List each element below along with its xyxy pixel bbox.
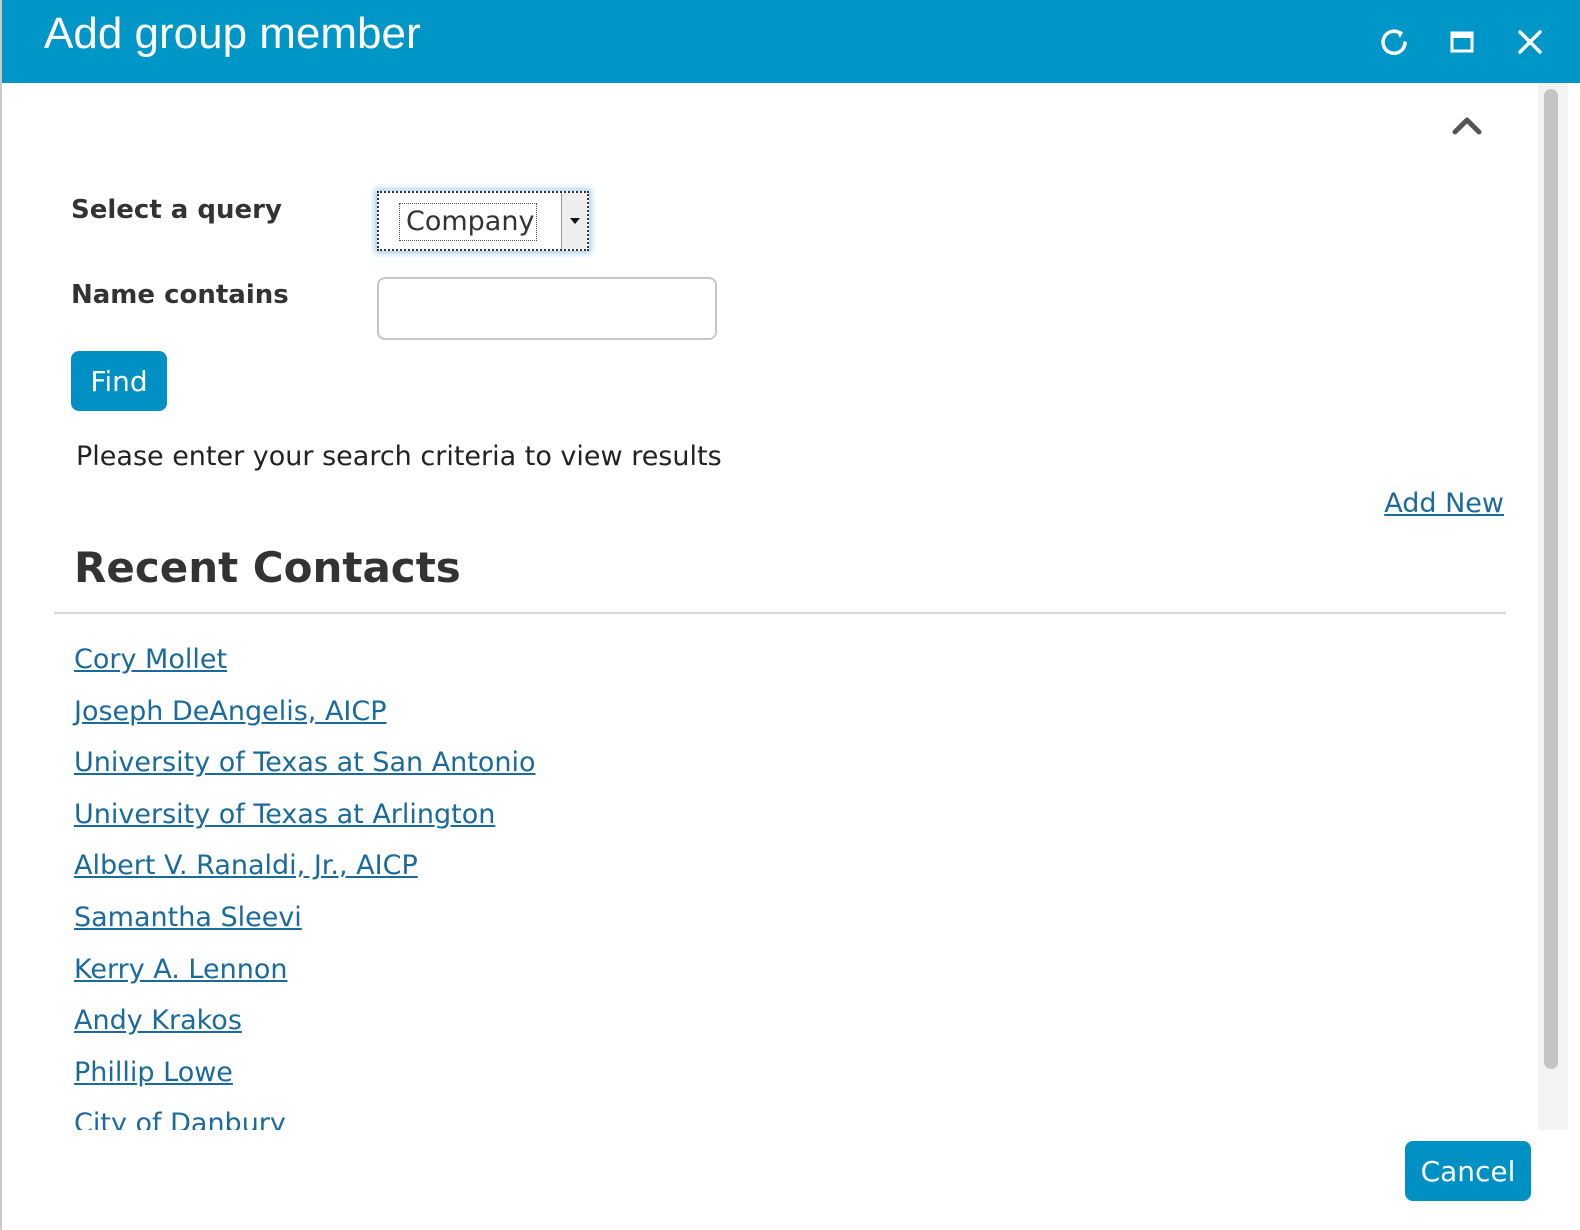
add-new-link[interactable]: Add New bbox=[1384, 488, 1504, 519]
contact-link[interactable]: Andy Krakos bbox=[74, 1005, 242, 1036]
collapse-button[interactable] bbox=[1450, 113, 1484, 137]
maximize-icon bbox=[1450, 31, 1474, 53]
scrollbar-thumb[interactable] bbox=[1544, 89, 1558, 1069]
query-select-value: Company bbox=[399, 203, 537, 241]
dialog-title: Add group member bbox=[44, 9, 421, 58]
cancel-button[interactable]: Cancel bbox=[1405, 1141, 1531, 1201]
maximize-button[interactable] bbox=[1442, 22, 1482, 62]
dropdown-arrow-icon bbox=[569, 218, 580, 224]
dialog-content: Select a query Company Name contains Fin… bbox=[4, 83, 1538, 1130]
contact-link[interactable]: Joseph DeAngelis, AICP bbox=[74, 696, 387, 727]
contact-link[interactable]: Cory Mollet bbox=[74, 644, 227, 675]
chevron-up-icon bbox=[1452, 117, 1482, 135]
section-divider bbox=[54, 612, 1506, 614]
list-item: Kerry A. Lennon bbox=[74, 950, 536, 1002]
refresh-icon bbox=[1381, 29, 1407, 55]
list-item: Joseph DeAngelis, AICP bbox=[74, 692, 536, 744]
query-select-arrow[interactable] bbox=[561, 193, 587, 249]
list-item: University of Texas at Arlington bbox=[74, 795, 536, 847]
contact-link[interactable]: City of Danbury bbox=[74, 1108, 286, 1130]
name-contains-input[interactable] bbox=[377, 277, 717, 340]
add-group-member-dialog: Add group member Select a query Company … bbox=[0, 0, 1580, 1230]
list-item: Andy Krakos bbox=[74, 1001, 536, 1053]
dialog-footer: Cancel bbox=[4, 1130, 1580, 1230]
dialog-titlebar: Add group member bbox=[2, 0, 1580, 83]
contact-link[interactable]: University of Texas at Arlington bbox=[74, 799, 495, 830]
search-hint: Please enter your search criteria to vie… bbox=[76, 441, 722, 472]
recent-contacts-heading: Recent Contacts bbox=[74, 543, 461, 592]
vertical-scrollbar[interactable] bbox=[1538, 83, 1568, 1130]
contact-link[interactable]: University of Texas at San Antonio bbox=[74, 747, 536, 778]
query-label: Select a query bbox=[71, 195, 282, 225]
list-item: Samantha Sleevi bbox=[74, 898, 536, 950]
list-item: Albert V. Ranaldi, Jr., AICP bbox=[74, 846, 536, 898]
name-contains-label: Name contains bbox=[71, 280, 289, 310]
query-select[interactable]: Company bbox=[377, 191, 589, 251]
close-icon bbox=[1518, 30, 1542, 54]
list-item: Phillip Lowe bbox=[74, 1053, 536, 1105]
contact-link[interactable]: Phillip Lowe bbox=[74, 1057, 233, 1088]
list-item: Cory Mollet bbox=[74, 640, 536, 692]
contact-link[interactable]: Albert V. Ranaldi, Jr., AICP bbox=[74, 850, 418, 881]
contact-link[interactable]: Samantha Sleevi bbox=[74, 902, 302, 933]
close-button[interactable] bbox=[1510, 22, 1550, 62]
find-button[interactable]: Find bbox=[71, 351, 167, 411]
recent-contacts-list: Cory Mollet Joseph DeAngelis, AICP Unive… bbox=[74, 640, 536, 1130]
refresh-button[interactable] bbox=[1374, 22, 1414, 62]
list-item: City of Danbury bbox=[74, 1104, 536, 1130]
list-item: University of Texas at San Antonio bbox=[74, 743, 536, 795]
contact-link[interactable]: Kerry A. Lennon bbox=[74, 954, 287, 985]
